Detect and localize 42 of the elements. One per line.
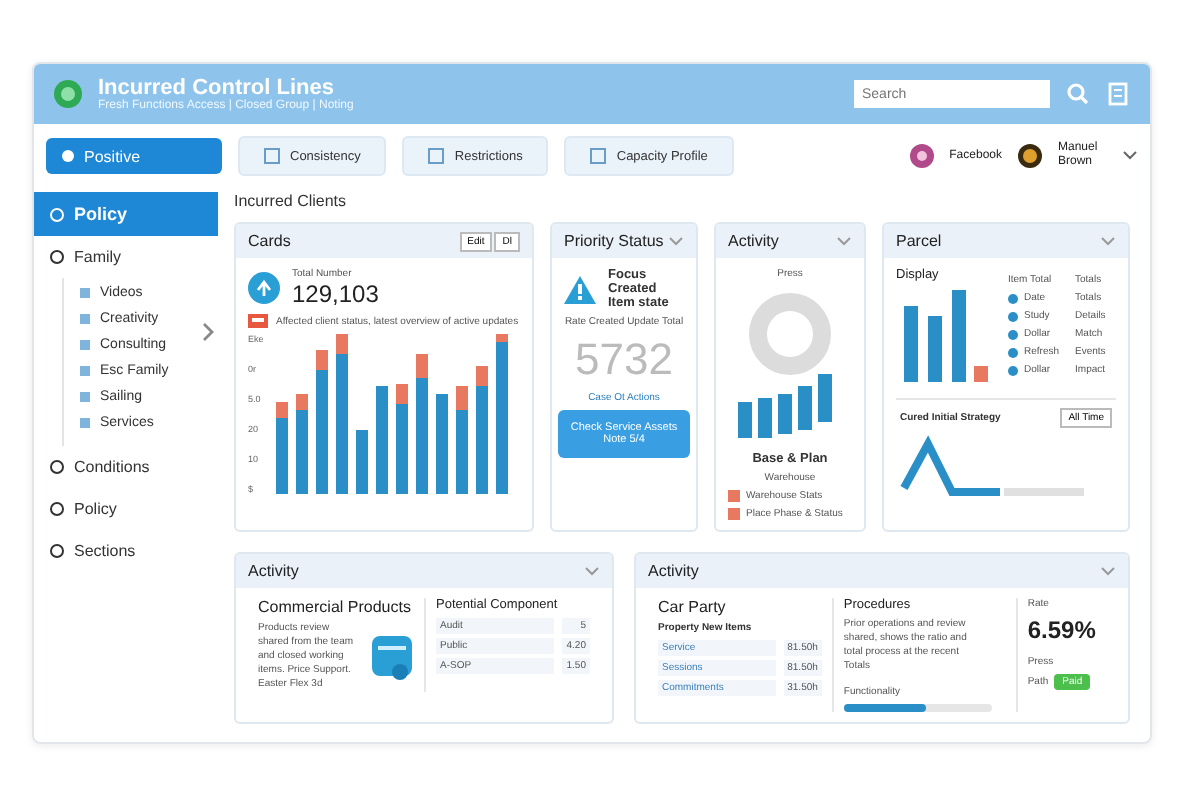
card-title: Parcel	[896, 232, 942, 250]
document-icon	[1106, 82, 1130, 106]
sidebar-item[interactable]: Conditions	[34, 446, 218, 488]
legend-swatch-icon	[728, 490, 740, 502]
section-heading: Incurred Clients	[234, 190, 349, 214]
big-number: 5732	[575, 334, 673, 386]
primary-button[interactable]: Positive	[46, 138, 222, 174]
search-icon	[1066, 82, 1090, 106]
sidebar-item[interactable]: Sections	[34, 530, 218, 572]
account-icon	[909, 144, 934, 168]
metric-value: 129,103	[292, 280, 379, 308]
alert-icon	[248, 314, 268, 328]
avatar-icon	[1018, 144, 1042, 168]
dot-icon	[1008, 293, 1018, 303]
chevron-icon	[668, 235, 684, 247]
badge-icon	[248, 272, 280, 304]
dot-icon	[1008, 365, 1018, 375]
card-title: Priority Status	[564, 232, 664, 250]
dot-icon	[1008, 347, 1018, 357]
dot-icon	[1008, 329, 1018, 339]
card-title: Cards	[248, 232, 291, 250]
chevron-icon	[584, 565, 600, 577]
card-title: Activity	[728, 232, 779, 250]
warning-icon	[564, 275, 596, 303]
section-title: Commercial Products	[258, 598, 413, 616]
chevron-icon	[1122, 150, 1138, 162]
chevron-icon	[836, 235, 852, 247]
dot-icon	[1008, 311, 1018, 321]
chevron-icon	[1100, 235, 1116, 247]
card-title: Activity	[648, 562, 699, 580]
sidebar-item[interactable]: Policy	[34, 192, 218, 236]
sidebar-item[interactable]: Family	[34, 236, 218, 278]
sidebar-item[interactable]: Policy	[34, 488, 218, 530]
legend-swatch-icon	[728, 508, 740, 520]
logo-icon	[54, 80, 82, 108]
rate-value: 6.59%	[1027, 616, 1098, 644]
chevron-icon	[1100, 565, 1116, 577]
card-title: Activity	[248, 562, 299, 580]
app-title: Incurred Control Lines	[98, 76, 334, 100]
section-title: Car Party	[658, 598, 728, 616]
database-icon	[370, 633, 414, 681]
chevron-icon	[202, 322, 214, 342]
